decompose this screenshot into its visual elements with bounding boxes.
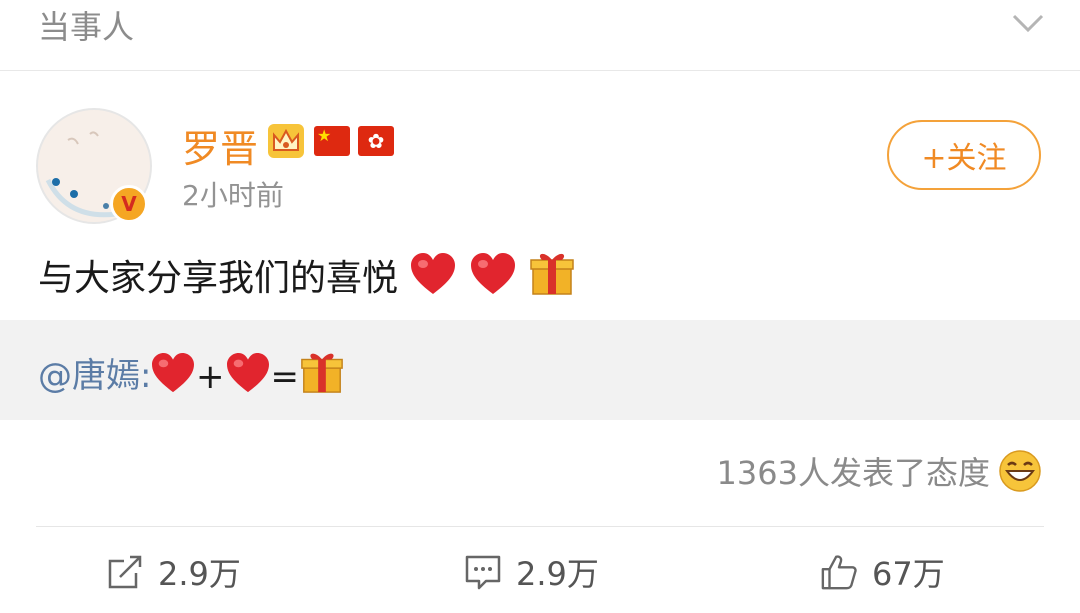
reactions-text: 1363人发表了态度 (716, 454, 990, 492)
china-flag-icon: ★ (314, 126, 350, 156)
gift-emoji-icon (530, 253, 575, 295)
post-text: 与大家分享我们的喜悦 (38, 248, 576, 301)
reactions-summary[interactable]: 1363人发表了态度 (717, 448, 1042, 494)
repost-count: 2.9万 (158, 555, 241, 593)
verified-badge-icon: V (110, 185, 148, 223)
post-timestamp: 2小时前 (182, 179, 284, 212)
chevron-down-icon[interactable] (1010, 8, 1046, 38)
post-text-content: 与大家分享我们的喜悦 (38, 258, 399, 299)
repost-icon (108, 555, 142, 589)
gift-emoji-icon (301, 353, 343, 393)
quote-text: + = (150, 348, 345, 397)
comment-count: 2.9万 (516, 555, 599, 593)
heart-emoji-icon (226, 352, 269, 393)
like-button[interactable]: 67万 (820, 548, 945, 596)
repost-button[interactable]: 2.9万 (106, 548, 241, 596)
comment-button[interactable]: 2.9万 (464, 548, 599, 596)
crown-icon[interactable] (266, 122, 306, 160)
section-title: 当事人 (38, 8, 135, 46)
comment-icon (465, 555, 501, 590)
heart-emoji-icon (152, 352, 194, 393)
follow-button[interactable]: +关注 (887, 120, 1041, 190)
equals-sign: = (270, 357, 300, 397)
heart-emoji-icon (470, 253, 515, 294)
grin-emoji-icon (999, 450, 1041, 492)
mention-link[interactable]: @唐嫣: (38, 348, 151, 397)
author-name[interactable]: 罗晋 (182, 118, 258, 173)
hong-kong-flag-icon: ✿ (358, 126, 394, 156)
section-header: 当事人 (0, 0, 1080, 71)
divider (36, 526, 1044, 527)
heart-emoji-icon (411, 253, 456, 294)
thumbs-up-icon (821, 555, 857, 590)
plus-sign: + (196, 357, 225, 397)
like-count: 67万 (872, 555, 945, 593)
